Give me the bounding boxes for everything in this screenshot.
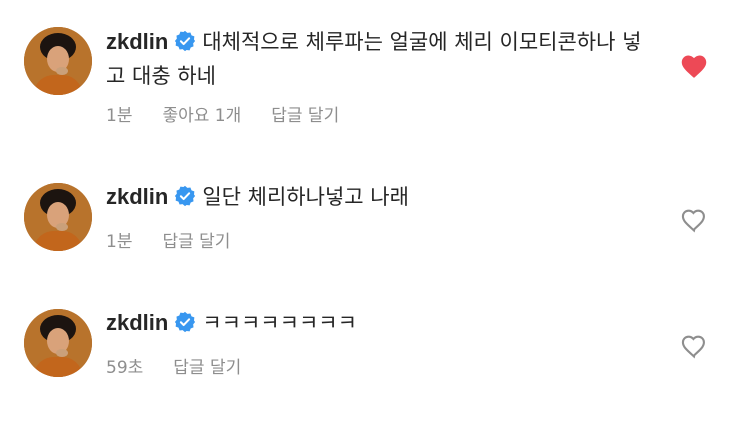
reply-button[interactable]: 답글 달기 [173, 358, 241, 378]
username[interactable]: zkdlin [106, 184, 168, 209]
comment-text-block: zkdlin ㅋㅋㅋㅋㅋㅋㅋㅋ [106, 307, 646, 342]
timestamp: 1분 [106, 106, 133, 126]
avatar[interactable] [24, 309, 92, 377]
reply-button[interactable]: 답글 달기 [162, 232, 230, 252]
verified-badge-icon [174, 30, 196, 61]
comment-meta: 59초 답글 달기 [106, 353, 271, 378]
comment-text-block: zkdlin 대체적으로 체루파는 얼굴에 체리 이모티콘하나 넣고 대충 하네 [106, 26, 646, 92]
verified-badge-icon [174, 311, 196, 342]
timestamp: 59초 [106, 358, 144, 378]
heart-filled-icon[interactable] [680, 53, 708, 79]
timestamp: 1분 [106, 232, 133, 252]
username[interactable]: zkdlin [106, 29, 168, 54]
heart-outline-icon[interactable] [680, 207, 708, 233]
username[interactable]: zkdlin [106, 310, 168, 335]
comment-text-block: zkdlin 일단 체리하나넣고 나래 [106, 181, 646, 216]
comment-body: ㅋㅋㅋㅋㅋㅋㅋㅋ [202, 311, 357, 335]
verified-badge-icon [174, 185, 196, 216]
comment-meta: 1분 좋아요 1개 답글 달기 [106, 101, 369, 126]
avatar[interactable] [24, 27, 92, 95]
avatar[interactable] [24, 183, 92, 251]
comment-meta: 1분 답글 달기 [106, 227, 260, 252]
like-count[interactable]: 좋아요 1개 [162, 106, 241, 126]
reply-button[interactable]: 답글 달기 [271, 106, 339, 126]
comment-body: 일단 체리하나넣고 나래 [202, 185, 409, 209]
heart-outline-icon[interactable] [680, 333, 708, 359]
